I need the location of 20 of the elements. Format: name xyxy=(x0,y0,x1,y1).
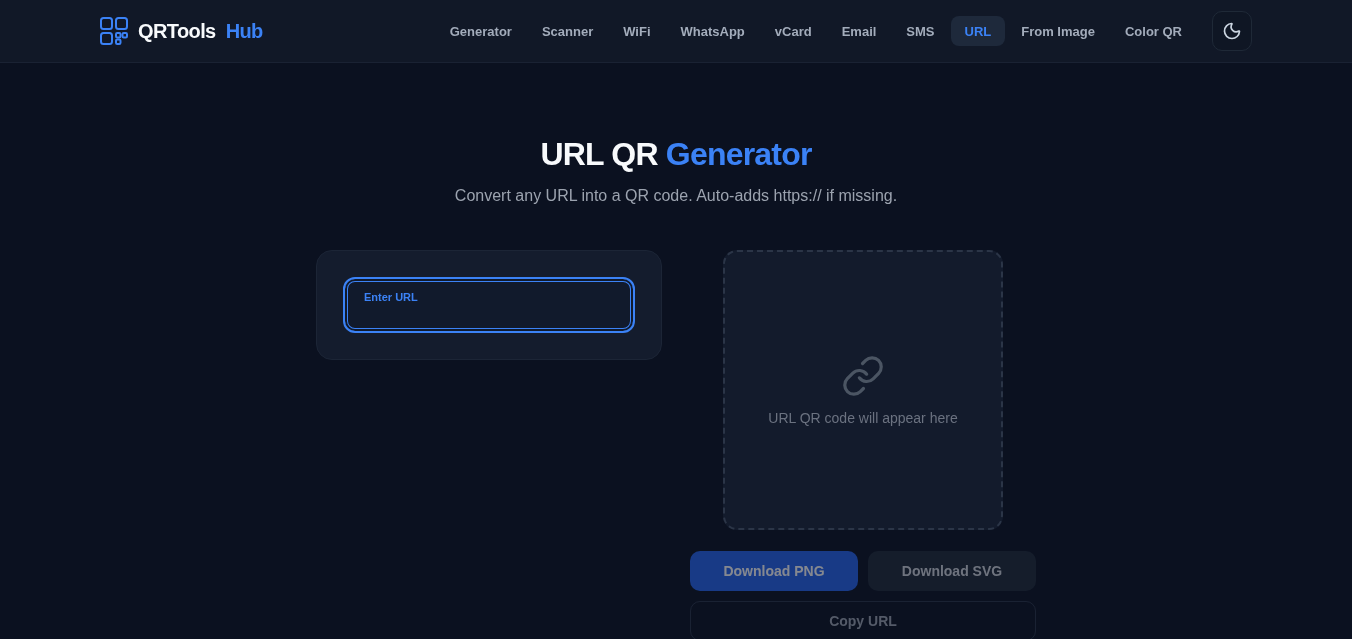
url-input-field[interactable]: Enter URL xyxy=(343,277,635,333)
nav-link[interactable]: Generator xyxy=(435,16,526,46)
nav-link[interactable]: Color QR xyxy=(1110,16,1196,46)
logo-text[interactable]: QRTools Hub xyxy=(138,19,263,43)
theme-toggle-button[interactable] xyxy=(1212,11,1252,51)
nav-link[interactable]: Email xyxy=(827,16,891,46)
qr-grid-icon xyxy=(100,17,128,45)
page-subtitle: Convert any URL into a QR code. Auto-adds https:// if missing. xyxy=(454,186,898,206)
nav-link[interactable]: WhatsApp xyxy=(666,16,759,46)
page-title: URL QR Generator xyxy=(540,135,812,174)
field-label: Enter URL xyxy=(364,290,418,304)
nav-link[interactable]: SMS xyxy=(892,16,949,46)
nav-link[interactable]: URL xyxy=(950,16,1006,46)
link-icon xyxy=(841,354,885,398)
empty-preview-message: URL QR code will appear here xyxy=(768,410,958,426)
nav-link[interactable]: From Image xyxy=(1007,16,1109,46)
moon-icon xyxy=(1222,21,1242,41)
nav-link[interactable]: WiFi xyxy=(609,16,665,46)
nav-link[interactable]: vCard xyxy=(760,16,826,46)
nav-link[interactable]: Scanner xyxy=(527,16,608,46)
